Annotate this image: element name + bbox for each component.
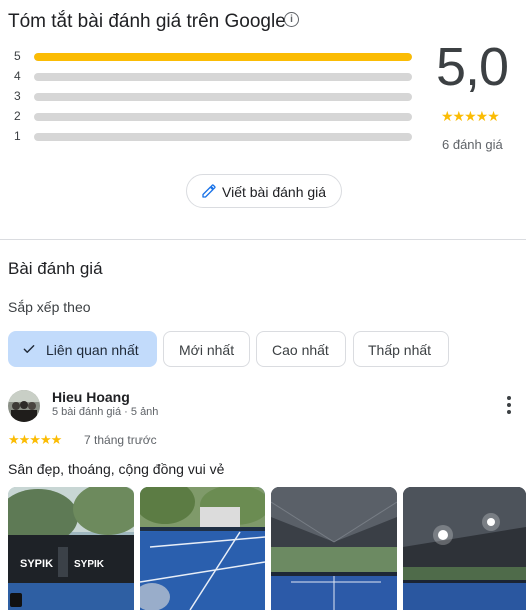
pencil-icon bbox=[202, 184, 216, 198]
photo-sign-text: SYPIK bbox=[74, 559, 105, 570]
review-photo-3[interactable] bbox=[271, 487, 397, 610]
sort-chip-relevant[interactable]: Liên quan nhất bbox=[8, 331, 157, 367]
info-icon[interactable]: i bbox=[284, 12, 299, 27]
rating-bar-label: 3 bbox=[14, 89, 21, 103]
rating-bar-label: 1 bbox=[14, 129, 21, 143]
reviewer-name[interactable]: Hieu Hoang bbox=[52, 389, 130, 405]
rating-bar-label: 4 bbox=[14, 69, 21, 83]
avatar[interactable] bbox=[8, 390, 40, 422]
review-photo-1[interactable]: SYPIK SYPIK bbox=[8, 487, 134, 610]
divider bbox=[0, 239, 526, 240]
review-text: Sân đẹp, thoáng, cộng đồng vui vẻ bbox=[8, 461, 225, 477]
reviews-title: Bài đánh giá bbox=[8, 259, 103, 278]
reviewer-meta: 5 bài đánh giá · 5 ảnh bbox=[52, 406, 159, 418]
rating-bar-label: 2 bbox=[14, 109, 21, 123]
summary-title: Tóm tắt bài đánh giá trên Google bbox=[8, 11, 286, 32]
review-photo-4[interactable] bbox=[403, 487, 526, 610]
sort-chip-label: Mới nhất bbox=[179, 342, 235, 358]
review-photo-2[interactable] bbox=[140, 487, 265, 610]
sort-chip-label: Thấp nhất bbox=[368, 342, 432, 358]
rating-bar-label: 5 bbox=[14, 49, 21, 63]
more-options-icon[interactable] bbox=[505, 396, 513, 414]
sort-chip-lowest[interactable]: Thấp nhất bbox=[353, 331, 449, 367]
sort-chip-newest[interactable]: Mới nhất bbox=[163, 331, 250, 367]
write-review-button[interactable]: Viết bài đánh giá bbox=[186, 174, 342, 208]
photo-sign-text: SYPIK bbox=[20, 558, 53, 570]
write-review-label: Viết bài đánh giá bbox=[222, 184, 327, 200]
sort-chip-label: Liên quan nhất bbox=[46, 342, 139, 358]
review-time: 7 tháng trước bbox=[84, 433, 157, 447]
rating-bar-fill bbox=[34, 53, 412, 61]
check-icon bbox=[23, 345, 35, 353]
sort-chip-highest[interactable]: Cao nhất bbox=[256, 331, 346, 367]
review-count[interactable]: 6 đánh giá bbox=[442, 137, 503, 152]
sort-chip-label: Cao nhất bbox=[272, 342, 329, 358]
review-stars: ★★★★★ bbox=[8, 432, 62, 447]
sort-label: Sắp xếp theo bbox=[8, 299, 91, 315]
average-score: 5,0 bbox=[436, 37, 509, 97]
average-stars: ★★★★★ bbox=[441, 108, 500, 124]
